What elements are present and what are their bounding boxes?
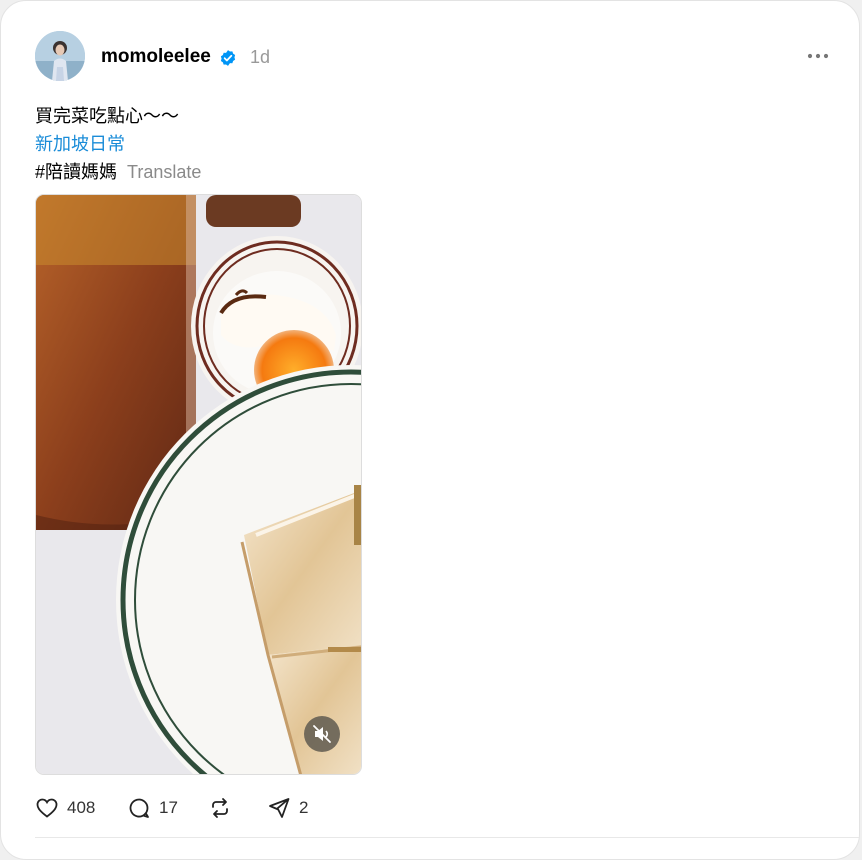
post-caption: 買完菜吃點心～～ 新加坡日常 #陪讀媽媽 Translate [35, 102, 201, 186]
heart-icon [36, 798, 58, 818]
caption-line-hashtag: #陪讀媽媽 Translate [35, 158, 201, 186]
translate-button[interactable]: Translate [127, 162, 201, 182]
like-button[interactable]: 408 [35, 794, 95, 822]
avatar[interactable] [35, 31, 85, 81]
post-video[interactable] [35, 194, 362, 775]
post-header: momoleelee 1d [35, 31, 829, 83]
caption-line-link: 新加坡日常 [35, 130, 201, 158]
post-card: momoleelee 1d 買完菜吃點心～～ 新加坡日常 #陪讀媽媽 Transl… [0, 0, 860, 860]
post-time: 1d [250, 47, 271, 67]
comment-button[interactable]: 17 [127, 794, 178, 822]
hashtag-link[interactable]: #陪讀媽媽 [35, 162, 117, 182]
avatar-image [35, 31, 85, 81]
comment-icon [129, 798, 149, 818]
like-count: 408 [67, 798, 96, 817]
repost-icon [212, 798, 228, 818]
video-frame [36, 195, 361, 774]
mute-icon [313, 725, 331, 743]
username[interactable]: momoleelee [101, 46, 211, 68]
share-icon [269, 798, 290, 818]
mute-button[interactable] [304, 716, 340, 752]
caption-text: 買完菜吃點心～～ [35, 106, 179, 126]
verified-badge-icon [220, 50, 236, 66]
share-count: 2 [299, 798, 309, 817]
topic-link[interactable]: 新加坡日常 [35, 134, 125, 154]
share-button[interactable]: 2 [267, 794, 308, 822]
more-icon[interactable] [807, 53, 829, 59]
repost-button[interactable] [208, 794, 240, 822]
comment-count: 17 [159, 798, 178, 817]
